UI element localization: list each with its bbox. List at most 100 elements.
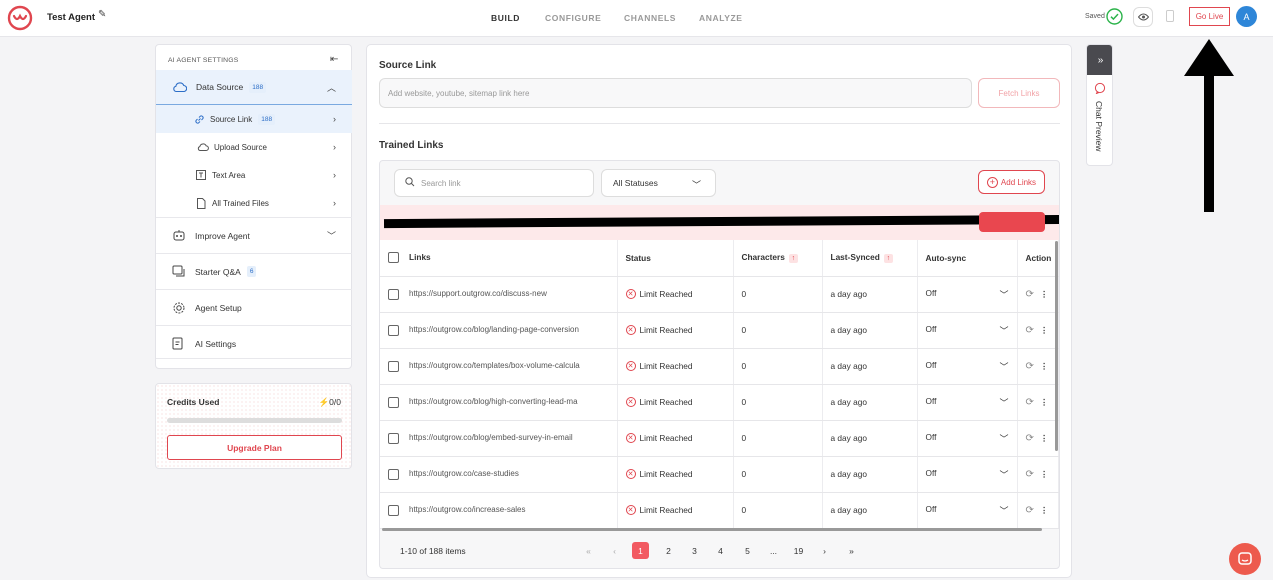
refresh-icon[interactable]: ⟳ [1026,361,1034,372]
first-page-icon[interactable]: « [580,542,597,559]
more-options-icon[interactable]: ⋮ [1040,361,1048,371]
table-row[interactable]: https://outgrow.co/blog/high-converting-… [380,384,1059,421]
select-all-checkbox[interactable] [388,252,399,264]
collapse-sidebar-icon[interactable]: ⇤ [330,55,338,65]
last-page-icon[interactable]: » [843,542,860,559]
table-row[interactable]: https://outgrow.co/increase-sales ✕ Limit … [380,492,1059,529]
row-checkbox[interactable] [388,468,399,480]
table-row[interactable]: https://outgrow.co/templates/box-volume-… [380,348,1059,385]
page-1[interactable]: 1 [632,542,649,559]
horizontal-scrollbar[interactable] [382,528,1042,531]
row-checkbox[interactable] [388,432,399,444]
top-header: Test Agent ✎ BUILD CONFIGURE CHANNELS AN… [0,0,1273,37]
column-last-synced[interactable]: Last-Synced ↑ [822,240,918,277]
refresh-icon[interactable]: ⟳ [1026,505,1034,516]
more-options-icon[interactable]: ⋮ [1040,397,1048,407]
page-3[interactable]: 3 [686,542,703,559]
table-row[interactable]: https://support.outgrow.co/discuss-new ✕ L… [380,276,1059,313]
status-filter-select[interactable]: All Statuses ﹀ [601,169,716,197]
page-5[interactable]: 5 [739,542,756,559]
auto-sync-select[interactable]: Off ﹀ [917,492,1018,529]
row-checkbox[interactable] [388,504,399,516]
tab-channels[interactable]: CHANNELS [624,13,676,23]
auto-sync-select[interactable]: Off ﹀ [917,348,1018,385]
status-text: Limit Reached [639,324,693,335]
table-row[interactable]: https://outgrow.co/blog/embed-survey-in-… [380,420,1059,457]
source-link-input[interactable] [379,78,972,108]
fetch-links-button[interactable]: Fetch Links [978,78,1060,108]
check-circle-icon [1106,8,1123,25]
tab-build[interactable]: BUILD [491,13,520,23]
next-page-icon[interactable]: › [816,542,833,559]
status-text: Limit Reached [639,288,693,299]
support-chat-button[interactable] [1229,543,1261,575]
search-icon [405,177,415,187]
page-2[interactable]: 2 [660,542,677,559]
table-row[interactable]: https://outgrow.co/case-studies ✕ Limit Re… [380,456,1059,493]
row-checkbox[interactable] [388,396,399,408]
sort-icon[interactable]: ↑ [788,254,798,264]
tab-analyze[interactable]: ANALYZE [699,13,743,23]
auto-sync-select[interactable]: Off ﹀ [917,312,1018,349]
go-live-button[interactable]: Go Live [1189,7,1230,26]
sidebar-item-improve-agent[interactable]: Improve Agent ﹀ [156,218,352,253]
cell-action: ⟳ ⋮ [1017,276,1059,313]
sidebar-item-source-link[interactable]: Source Link 188 › [156,105,352,133]
auto-sync-value: Off [925,323,937,334]
link-text[interactable]: https://support.outgrow.co/discuss-new [409,289,547,298]
error-circle-icon: ✕ [625,361,636,372]
expand-icon[interactable]: » [1087,45,1112,75]
tab-configure[interactable]: CONFIGURE [545,13,601,23]
pencil-icon[interactable]: ✎ [98,10,106,20]
auto-sync-select[interactable]: Off ﹀ [917,276,1018,313]
page-19[interactable]: 19 [790,542,807,559]
auto-sync-select[interactable]: Off ﹀ [917,420,1018,457]
more-options-icon[interactable]: ⋮ [1040,433,1048,443]
refresh-icon[interactable]: ⟳ [1026,289,1034,300]
link-text[interactable]: https://outgrow.co/templates/box-volume-… [409,361,580,370]
vertical-scrollbar[interactable] [1055,241,1058,451]
avatar[interactable]: A [1236,6,1257,27]
preview-button[interactable] [1133,7,1153,27]
sidebar-item-ai-settings[interactable]: AI Settings [156,326,352,361]
prev-page-icon[interactable]: ‹ [606,542,623,559]
sort-icon[interactable]: ↑ [883,254,893,264]
add-links-button[interactable]: + Add Links [978,170,1045,194]
outgrow-logo-icon[interactable] [7,5,33,31]
eye-icon [1137,13,1149,21]
row-checkbox[interactable] [388,288,399,300]
upgrade-plan-button[interactable]: Upgrade Plan [167,435,342,460]
cell-characters: 0 [733,456,823,493]
sidebar-item-agent-setup[interactable]: Agent Setup [156,290,352,325]
link-text[interactable]: https://outgrow.co/blog/embed-survey-in-… [409,433,573,442]
link-text[interactable]: https://outgrow.co/blog/high-converting-… [409,397,578,406]
sidebar-item-all-trained-files[interactable]: All Trained Files › [156,189,352,217]
more-options-icon[interactable]: ⋮ [1040,505,1048,515]
sidebar-item-data-source[interactable]: Data Source 188 ︿ [156,70,352,105]
auto-sync-select[interactable]: Off ﹀ [917,456,1018,493]
sidebar-item-upload-source[interactable]: Upload Source › [156,133,352,161]
refresh-icon[interactable]: ⟳ [1026,325,1034,336]
refresh-icon[interactable]: ⟳ [1026,433,1034,444]
link-text[interactable]: https://outgrow.co/increase-sales [409,505,526,514]
table-row[interactable]: https://outgrow.co/blog/landing-page-con… [380,312,1059,349]
search-box[interactable] [394,169,594,197]
refresh-icon[interactable]: ⟳ [1026,469,1034,480]
chat-preview-tab[interactable]: » Chat Preview [1086,44,1113,166]
sidebar-item-text-area[interactable]: Text Area › [156,161,352,189]
refresh-icon[interactable]: ⟳ [1026,397,1034,408]
auto-sync-select[interactable]: Off ﹀ [917,384,1018,421]
sidebar-item-starter-qa[interactable]: Starter Q&A 6 [156,254,352,289]
mobile-icon[interactable] [1166,10,1174,22]
link-text[interactable]: https://outgrow.co/case-studies [409,469,519,478]
more-options-icon[interactable]: ⋮ [1040,469,1048,479]
row-checkbox[interactable] [388,324,399,336]
more-options-icon[interactable]: ⋮ [1040,325,1048,335]
column-characters[interactable]: Characters ↑ [733,240,823,277]
row-checkbox[interactable] [388,360,399,372]
alert-action-button[interactable] [979,212,1045,232]
more-options-icon[interactable]: ⋮ [1040,289,1048,299]
page-4[interactable]: 4 [712,542,729,559]
search-input[interactable] [421,176,586,190]
link-text[interactable]: https://outgrow.co/blog/landing-page-con… [409,325,579,334]
